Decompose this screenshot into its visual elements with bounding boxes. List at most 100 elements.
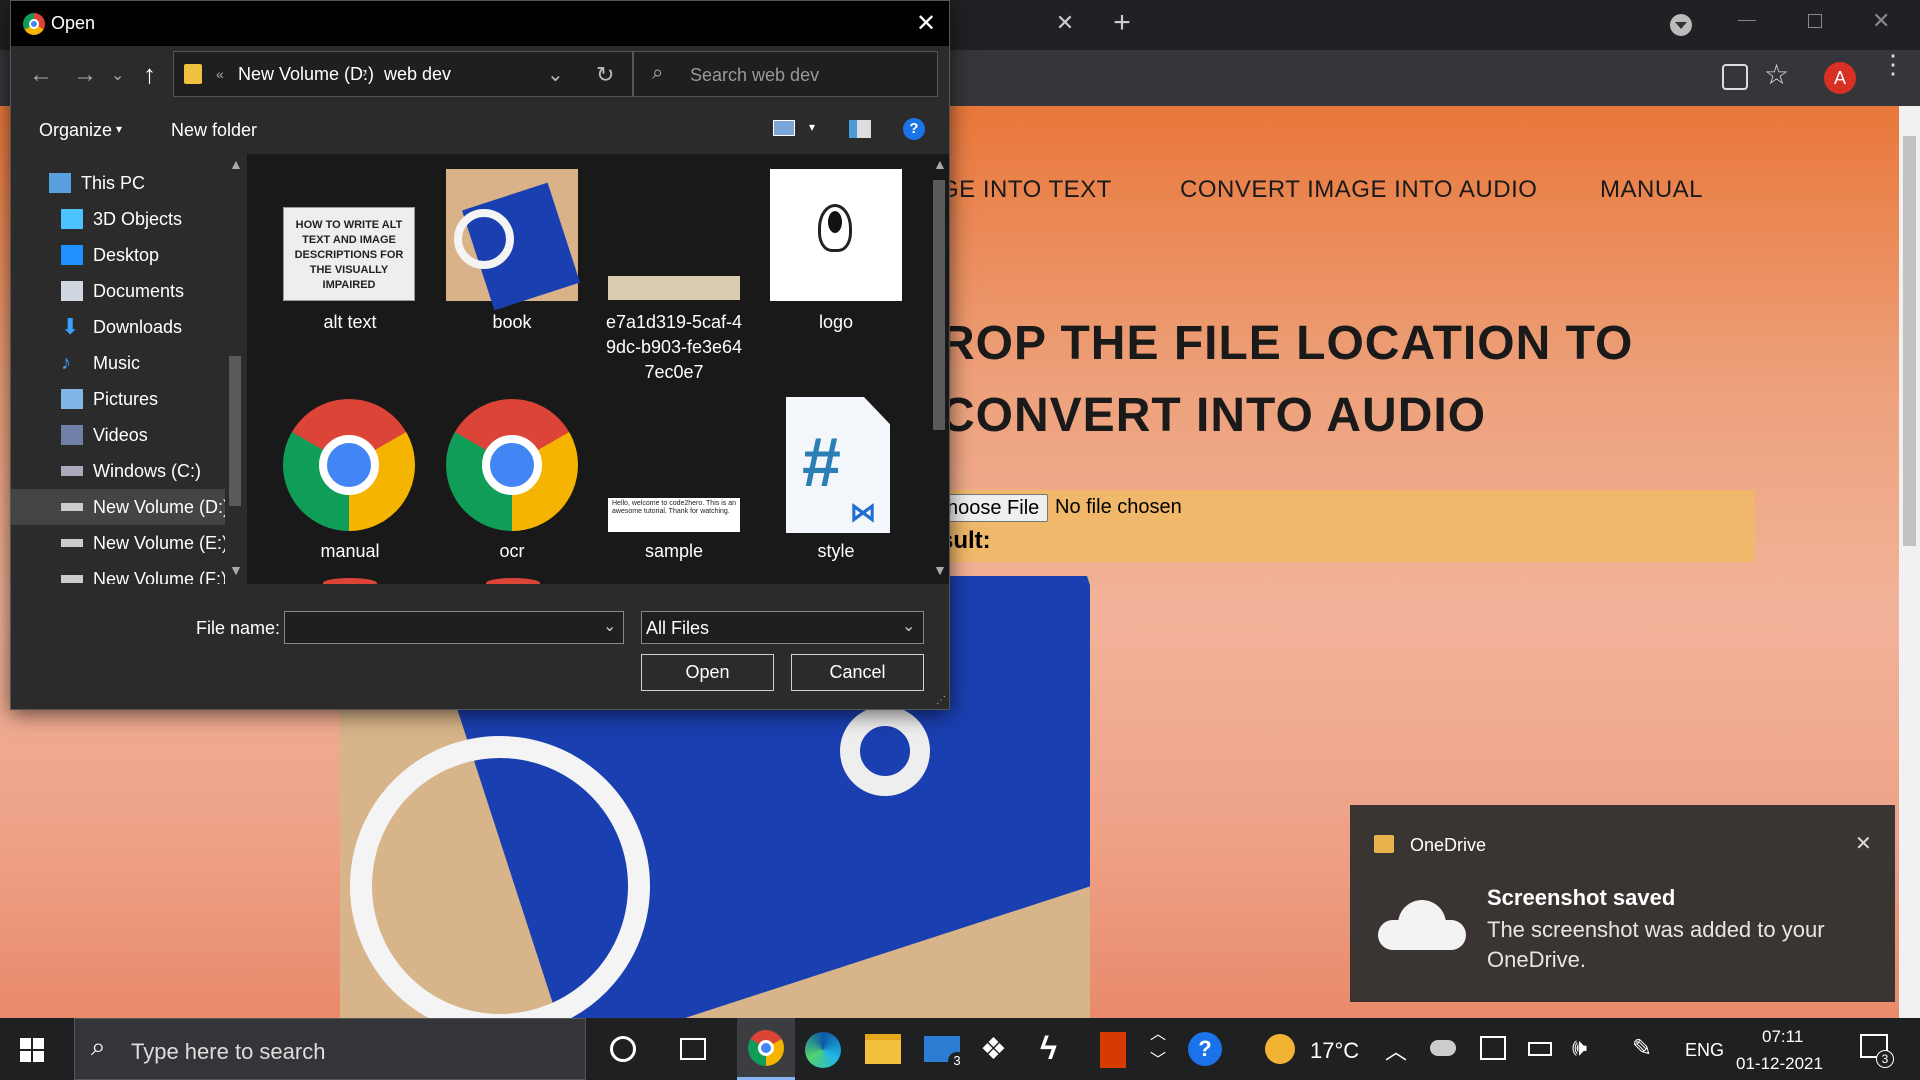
forward-arrow-icon[interactable]: → [73, 61, 97, 89]
nav-new-volume-f[interactable]: New Volume (F:) [61, 562, 227, 584]
menu-kebab-icon[interactable]: ⋮ [1880, 51, 1906, 77]
address-dropdown-icon[interactable]: ⌄ [547, 62, 564, 87]
clock-time[interactable]: 07:11 [1762, 1027, 1803, 1047]
cortana-icon[interactable] [610, 1036, 636, 1062]
bookmark-star-icon[interactable]: ☆ [1764, 58, 1789, 91]
windows-start-icon[interactable] [20, 1038, 44, 1062]
weather-icon[interactable] [1265, 1034, 1295, 1064]
dropbox-icon[interactable]: ❖ [980, 1032, 1007, 1067]
file-type-dropdown-icon[interactable]: ⌄ [902, 616, 915, 636]
organize-button[interactable]: Organize [39, 120, 112, 141]
file-list-scrollbar[interactable]: ▲ ▼ [929, 154, 949, 584]
nav-documents[interactable]: Documents [61, 274, 184, 308]
refresh-icon[interactable]: ↻ [596, 62, 614, 88]
nav-videos[interactable]: Videos [61, 418, 148, 452]
file-name-input[interactable]: ⌄ [284, 611, 624, 644]
taskbar-search-box[interactable]: ⌕ Type here to search [74, 1018, 586, 1080]
nav-link-image-to-audio[interactable]: CONVERT IMAGE INTO AUDIO [1180, 176, 1537, 204]
file-explorer-icon[interactable] [865, 1034, 901, 1064]
file-name-logo[interactable]: logo [761, 310, 911, 335]
back-arrow-icon[interactable]: ← [29, 61, 53, 89]
nav-desktop[interactable]: Desktop [61, 238, 159, 272]
office-icon[interactable] [1100, 1032, 1126, 1068]
show-hidden-icons-icon[interactable]: ︿ [1385, 1034, 1407, 1066]
file-name-dropdown-icon[interactable]: ⌄ [603, 616, 616, 636]
battery-icon[interactable] [1528, 1042, 1552, 1056]
file-scroll-down-icon[interactable]: ▼ [933, 562, 947, 578]
onedrive-notification[interactable]: OneDrive ✕ Screenshot saved The screensh… [1350, 805, 1895, 1002]
nav-windows-c[interactable]: Windows (C:) [61, 454, 201, 488]
display-icon[interactable] [1480, 1036, 1506, 1060]
pen-icon[interactable]: ✎ [1632, 1034, 1652, 1063]
clock-date[interactable]: 01-12-2021 [1736, 1054, 1823, 1074]
onedrive-tray-icon[interactable] [1430, 1040, 1456, 1056]
file-name-alt-text[interactable]: alt text [275, 310, 425, 335]
recent-dropdown-icon[interactable]: ⌄ [111, 65, 124, 85]
book-thumbnail[interactable] [446, 169, 581, 311]
edge-icon[interactable] [805, 1032, 841, 1068]
file-name-book[interactable]: book [437, 310, 587, 335]
open-button[interactable]: Open [641, 654, 774, 691]
address-bar[interactable]: « New Volume (D:) › web dev ⌄ ↻ [173, 51, 633, 97]
help-icon[interactable]: ? [903, 118, 925, 140]
chrome-icon[interactable] [446, 399, 578, 531]
resize-grip-icon[interactable]: ⋰ [936, 695, 946, 706]
scan-thumbnail[interactable] [608, 276, 740, 300]
preview-pane-icon[interactable] [849, 120, 871, 138]
view-dropdown-icon[interactable]: ▾ [809, 120, 815, 134]
choose-file-button[interactable]: hoose File [940, 494, 1048, 522]
new-tab-icon[interactable]: + [1105, 6, 1139, 40]
nav-scroll-down-icon[interactable]: ▼ [229, 562, 243, 578]
up-arrow-icon[interactable]: ↑ [143, 59, 156, 90]
close-tab-icon[interactable]: ✕ [1050, 10, 1080, 40]
nav-music[interactable]: ♪ Music [61, 346, 140, 380]
file-scrollbar-thumb[interactable] [933, 180, 945, 430]
logo-thumbnail[interactable] [770, 169, 902, 301]
file-name-e7a1d319[interactable]: e7a1d319-5caf-4 9dc-b903-fe3e64 7ec0e7 [599, 310, 749, 385]
nav-this-pc[interactable]: This PC [49, 166, 145, 200]
search-box[interactable]: ⌕ Search web dev [633, 51, 938, 97]
task-view-icon[interactable] [680, 1038, 706, 1060]
organize-dropdown-icon[interactable]: ▾ [116, 122, 122, 136]
toast-close-icon[interactable]: ✕ [1855, 831, 1872, 856]
breadcrumb-folder[interactable]: web dev [384, 64, 451, 85]
css-file-icon[interactable]: # ⋈ [786, 397, 890, 533]
action-center-icon[interactable]: 3 [1860, 1034, 1894, 1068]
cancel-button[interactable]: Cancel [791, 654, 924, 691]
page-scrollbar-thumb[interactable] [1903, 136, 1916, 546]
help-app-icon[interactable]: ? [1188, 1032, 1222, 1066]
nav-scrollbar[interactable]: ▲ ▼ [225, 154, 245, 584]
breadcrumb-drive[interactable]: New Volume (D:) [238, 64, 374, 85]
profile-avatar[interactable]: A [1824, 62, 1856, 94]
tab-search-icon[interactable] [1670, 14, 1692, 36]
chrome-icon[interactable] [283, 399, 415, 531]
nav-3d-objects[interactable]: 3D Objects [61, 202, 182, 236]
nav-new-volume-e[interactable]: New Volume (E:) [61, 526, 228, 560]
mail-icon[interactable]: 3 [924, 1036, 966, 1070]
file-name-style[interactable]: style [761, 539, 911, 564]
nav-downloads[interactable]: ⬇ Downloads [61, 310, 182, 344]
page-scrollbar[interactable] [1899, 106, 1920, 1018]
temperature[interactable]: 17°C [1310, 1038, 1359, 1064]
nav-scrollbar-thumb[interactable] [229, 356, 241, 506]
file-name-sample[interactable]: sample [599, 539, 749, 564]
dialog-close-icon[interactable]: ✕ [916, 9, 936, 38]
share-icon[interactable] [1722, 64, 1748, 90]
file-type-select[interactable]: All Files ⌄ [641, 611, 924, 644]
restore-icon[interactable] [1808, 14, 1822, 28]
breadcrumb-overflow[interactable]: « [216, 66, 224, 82]
file-name-manual[interactable]: manual [275, 539, 425, 564]
new-folder-button[interactable]: New folder [171, 120, 257, 141]
alt-text-thumbnail[interactable]: HOW TO WRITE ALT TEXT AND IMAGE DESCRIPT… [283, 207, 415, 301]
nav-pictures[interactable]: Pictures [61, 382, 158, 416]
nav-link-image-to-text[interactable]: GE INTO TEXT [940, 176, 1112, 204]
file-scroll-up-icon[interactable]: ▲ [933, 156, 947, 172]
volume-icon[interactable]: 🕪 [1572, 1034, 1587, 1062]
sample-thumbnail[interactable]: Hello, welcome to code2hero. This is an … [608, 498, 740, 532]
language-indicator[interactable]: ENG [1685, 1040, 1724, 1061]
minimize-icon[interactable] [1738, 20, 1756, 21]
app-s-icon[interactable]: ϟ [1040, 1030, 1057, 1067]
file-name-ocr[interactable]: ocr [437, 539, 587, 564]
taskbar-chrome[interactable] [737, 1018, 795, 1080]
close-window-icon[interactable]: ✕ [1872, 8, 1890, 34]
